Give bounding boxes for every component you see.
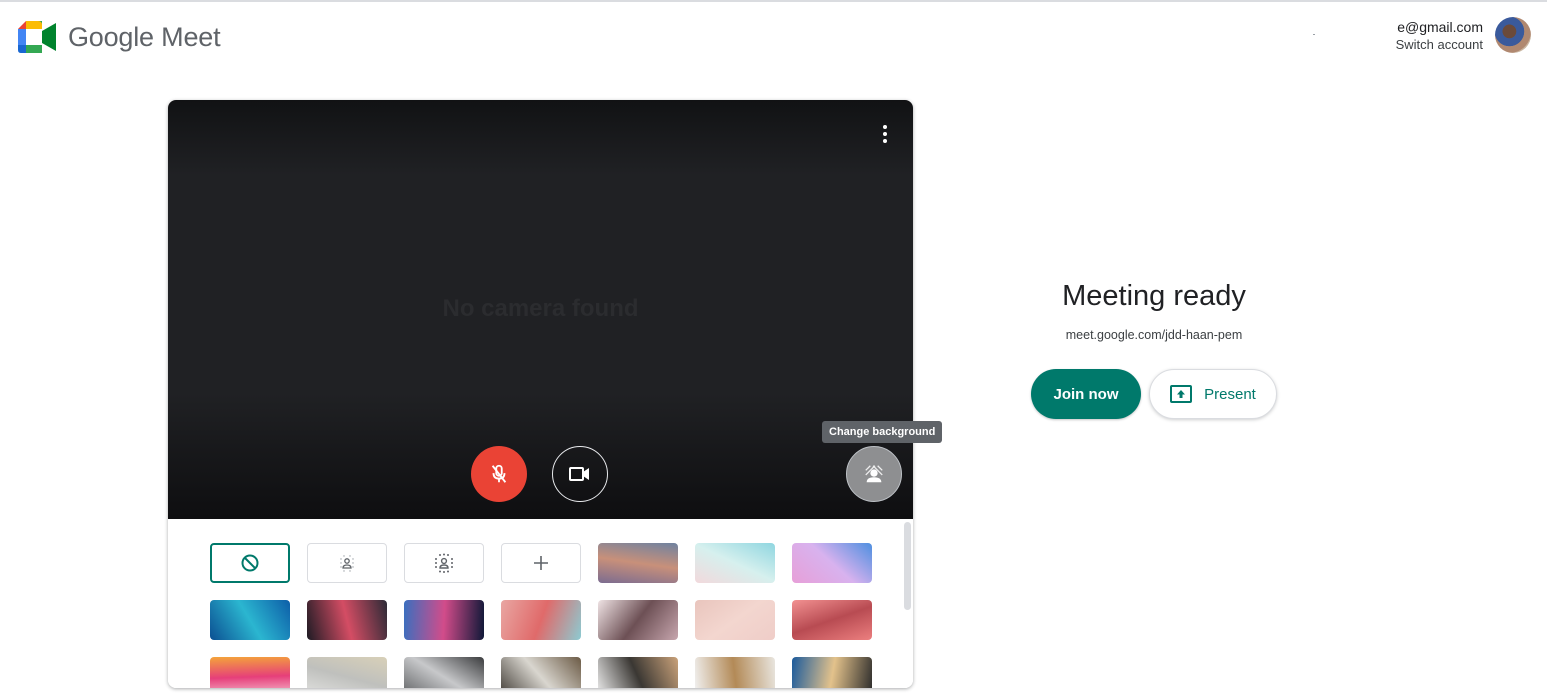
mic-off-icon — [491, 464, 507, 483]
background-option-pink-clouds[interactable] — [792, 543, 872, 583]
meeting-ready-title: Meeting ready — [1062, 280, 1246, 312]
faint-mark — [1313, 34, 1315, 35]
background-picker — [168, 519, 913, 688]
present-to-all-icon — [1170, 385, 1193, 403]
more-vert-icon — [883, 125, 887, 129]
account-switcher[interactable]: e@gmail.com Switch account — [1396, 17, 1531, 53]
background-option-night-cabin[interactable] — [792, 657, 872, 688]
meet-logo-icon — [18, 21, 56, 53]
block-icon — [240, 553, 260, 573]
background-picker-scrollbar[interactable] — [904, 522, 911, 610]
background-option-slight-blur[interactable] — [307, 543, 387, 583]
background-option-sunset-sky[interactable] — [598, 543, 678, 583]
background-option-industrial[interactable] — [404, 657, 484, 688]
present-label: Present — [1204, 385, 1256, 403]
more-vert-dot — [883, 139, 887, 143]
switch-account-link[interactable]: Switch account — [1396, 36, 1483, 53]
background-option-plaid-pink[interactable] — [792, 600, 872, 640]
background-option-living-room[interactable] — [501, 657, 581, 688]
background-grid — [210, 543, 872, 688]
background-option-beach[interactable] — [695, 543, 775, 583]
app-title: Google Meet — [68, 21, 221, 52]
present-button[interactable]: Present — [1149, 369, 1277, 419]
join-panel: Meeting ready meet.google.com/jdd-haan-p… — [1030, 278, 1278, 342]
google-meet-logo[interactable]: Google Meet — [18, 21, 221, 53]
more-vert-dot — [883, 132, 887, 136]
meeting-link[interactable]: meet.google.com/jdd-haan-pem — [1030, 328, 1278, 342]
background-option-water[interactable] — [210, 600, 290, 640]
video-preview: No camera found — [168, 100, 913, 519]
microphone-toggle-button[interactable] — [471, 446, 527, 502]
blur-icon — [433, 552, 455, 574]
join-actions: Join now Present — [1031, 369, 1277, 419]
change-background-icon — [865, 465, 883, 483]
more-options-button[interactable] — [875, 122, 895, 146]
background-option-glitter[interactable] — [695, 600, 775, 640]
top-divider — [0, 0, 1547, 2]
background-option-blur[interactable] — [404, 543, 484, 583]
background-option-no-effect[interactable] — [210, 543, 290, 583]
background-option-white-office[interactable] — [307, 657, 387, 688]
self-preview-card: No camera found — [168, 100, 913, 688]
background-option-flowers[interactable] — [501, 600, 581, 640]
change-background-button[interactable] — [846, 446, 902, 502]
background-option-nebula[interactable] — [307, 600, 387, 640]
background-option-upload[interactable] — [501, 543, 581, 583]
avatar[interactable] — [1495, 17, 1531, 53]
no-camera-text: No camera found — [442, 295, 639, 322]
camera-toggle-button[interactable] — [552, 446, 608, 502]
change-background-tooltip: Change background — [822, 421, 943, 443]
background-option-blossoms[interactable] — [598, 600, 678, 640]
plus-icon — [533, 555, 549, 571]
background-option-shelves-light[interactable] — [695, 657, 775, 688]
background-option-confetti[interactable] — [210, 657, 290, 688]
account-email: e@gmail.com — [1397, 18, 1483, 35]
background-option-shelves-dark[interactable] — [598, 657, 678, 688]
videocam-icon — [569, 467, 589, 481]
join-now-button[interactable]: Join now — [1031, 369, 1141, 419]
background-option-fireworks[interactable] — [404, 600, 484, 640]
blur-light-icon — [337, 553, 357, 573]
